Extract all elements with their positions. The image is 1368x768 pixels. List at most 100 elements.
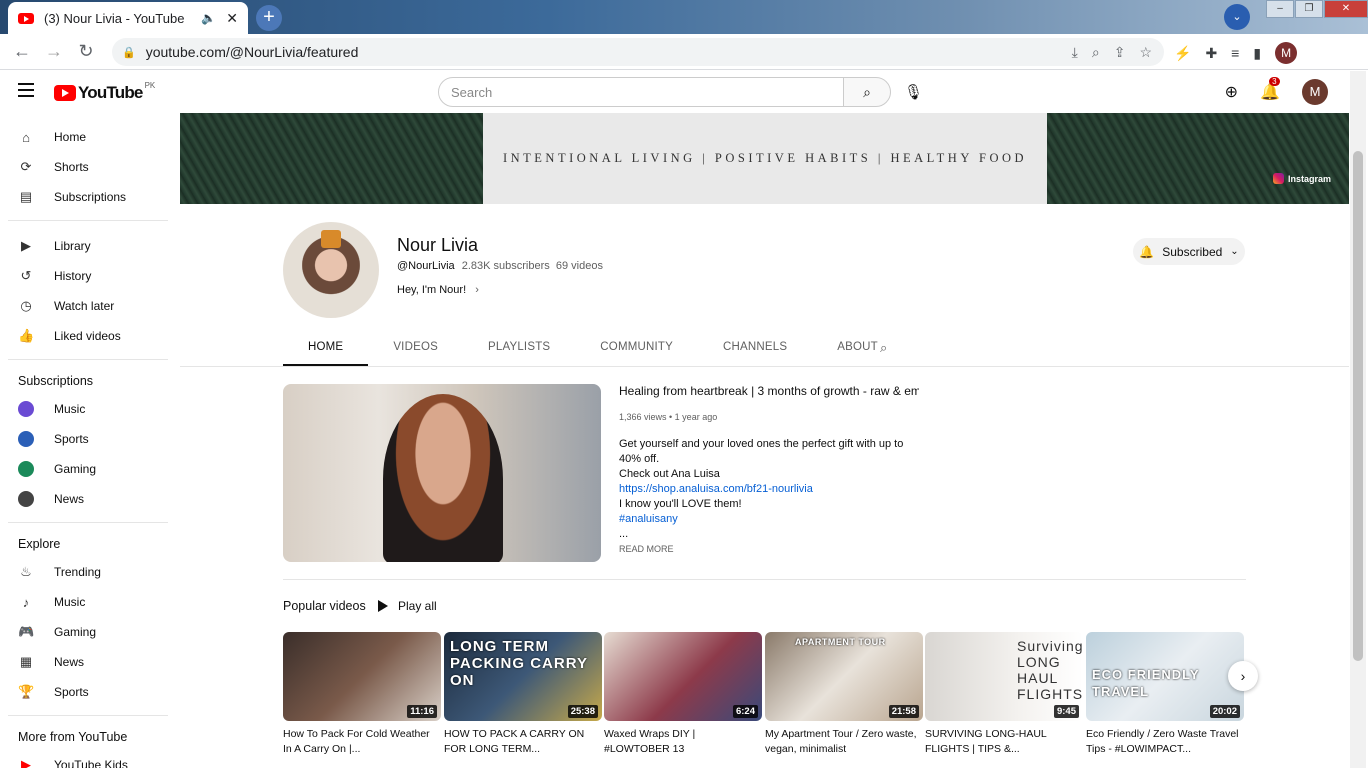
lock-icon[interactable]: 🔒 xyxy=(122,46,136,59)
video-duration: 25:38 xyxy=(567,705,598,718)
video-title[interactable]: My Apartment Tour / Zero waste, vegan, m… xyxy=(765,727,923,757)
video-duration: 9:45 xyxy=(1053,705,1079,718)
sidebar-explore-sports[interactable]: 🏆 Sports xyxy=(0,677,168,707)
tab-search-chevron-icon[interactable]: ⌄ xyxy=(1224,4,1250,30)
close-tab-icon[interactable]: ✕ xyxy=(226,10,238,27)
video-title[interactable]: HOW TO PACK A CARRY ON FOR LONG TERM... xyxy=(444,727,602,757)
video-card[interactable]: ECO FRIENDLY TRAVEL 20:02 Eco Friendly /… xyxy=(1086,632,1244,757)
sidebar-explore-gaming[interactable]: 🎮 Gaming xyxy=(0,617,168,647)
browser-toolbar: ← → ↻ 🔒 youtube.com/@NourLivia/featured … xyxy=(0,34,1368,70)
featured-video-description: Get yourself and your loved ones the per… xyxy=(619,437,919,542)
sidebar-explore-trending[interactable]: ♨ Trending xyxy=(0,557,168,587)
new-tab-button[interactable]: + xyxy=(256,5,282,31)
side-panel-icon[interactable]: ▮ xyxy=(1253,45,1261,62)
video-thumbnail[interactable]: 11:16 xyxy=(283,632,441,721)
tab-about[interactable]: ABOUT xyxy=(812,330,903,366)
microphone-icon[interactable]: 🎙 xyxy=(904,83,923,101)
thumbnail-overlay-text: LONG TERM PACKING CARRY ON xyxy=(450,638,588,689)
instagram-link[interactable]: Instagram xyxy=(1272,173,1331,184)
video-card[interactable]: 6:24 Waxed Wraps DIY | #LOWTOBER 13 xyxy=(604,632,762,757)
address-bar[interactable]: 🔒 youtube.com/@NourLivia/featured ⤓ ⌕ ⇪ … xyxy=(112,38,1164,66)
account-avatar[interactable]: M xyxy=(1302,79,1328,105)
video-title[interactable]: Waxed Wraps DIY | #LOWTOBER 13 xyxy=(604,727,762,757)
featured-video-title[interactable]: Healing from heartbreak | 3 months of gr… xyxy=(619,384,919,398)
sidebar-explore-music[interactable]: ♪ Music xyxy=(0,587,168,617)
close-window-button[interactable]: ✕ xyxy=(1324,0,1368,18)
video-title[interactable]: SURVIVING LONG-HAUL FLIGHTS | TIPS &... xyxy=(925,727,1083,757)
extension-icon[interactable]: ⚡ xyxy=(1174,45,1191,62)
bookmark-star-icon[interactable]: ☆ xyxy=(1139,44,1152,61)
read-more-button[interactable]: READ MORE xyxy=(619,544,674,554)
share-icon[interactable]: ⇪ xyxy=(1114,44,1126,61)
tab-videos[interactable]: VIDEOS xyxy=(368,330,463,366)
search-input[interactable]: Search xyxy=(438,77,844,107)
video-title[interactable]: Eco Friendly / Zero Waste Travel Tips - … xyxy=(1086,727,1244,757)
sidebar-item-liked-videos[interactable]: 👍 Liked videos xyxy=(0,321,168,351)
video-card[interactable]: 11:16 How To Pack For Cold Weather In A … xyxy=(283,632,441,757)
tab-community[interactable]: COMMUNITY xyxy=(575,330,698,366)
tab-home[interactable]: HOME xyxy=(283,330,369,366)
channel-tabs: HOME VIDEOS PLAYLISTS COMMUNITY CHANNELS… xyxy=(283,330,903,366)
youtube-header: YouTube PK Search ⌕ 🎙 ⊕ 🔔 3 M xyxy=(0,71,1350,113)
home-icon: ⌂ xyxy=(22,129,30,145)
sidebar-item-library[interactable]: ▶ Library xyxy=(0,231,168,261)
sidebar-item-home[interactable]: ⌂ Home xyxy=(0,122,168,152)
channel-description[interactable]: Hey, I'm Nour! › xyxy=(397,284,479,296)
scrollbar[interactable] xyxy=(1350,71,1366,768)
channel-search-icon[interactable]: ⌕ xyxy=(880,340,887,356)
url-text[interactable]: youtube.com/@NourLivia/featured xyxy=(146,44,359,60)
channel-avatar[interactable] xyxy=(283,222,379,318)
subscribed-button[interactable]: 🔔 Subscribed ⌄ xyxy=(1133,238,1245,265)
back-arrow-icon[interactable]: ← xyxy=(6,41,38,62)
logo-text: YouTube xyxy=(78,83,143,102)
sidebar-item-watch-later[interactable]: ◷ Watch later xyxy=(0,291,168,321)
video-thumbnail[interactable]: LONG TERM PACKING CARRY ON 25:38 xyxy=(444,632,602,721)
zoom-icon[interactable]: ⌕ xyxy=(1092,44,1100,61)
scrollbar-thumb[interactable] xyxy=(1353,151,1363,661)
video-card[interactable]: LONG TERM PACKING CARRY ON 25:38 HOW TO … xyxy=(444,632,602,757)
media-queue-icon[interactable]: ≡ xyxy=(1231,45,1239,61)
sidebar-item-history[interactable]: ↺ History xyxy=(0,261,168,291)
reload-icon[interactable]: ↻ xyxy=(70,41,102,62)
youtube-logo[interactable]: YouTube PK xyxy=(54,81,155,103)
video-title[interactable]: How To Pack For Cold Weather In A Carry … xyxy=(283,727,441,757)
subscriptions-icon: ▤ xyxy=(19,189,33,204)
gaming-channel-avatar xyxy=(18,461,34,477)
video-card[interactable]: Surviving LONG HAUL FLIGHTS 9:45 SURVIVI… xyxy=(925,632,1083,757)
minimize-button[interactable]: – xyxy=(1266,0,1294,18)
sidebar-item-shorts[interactable]: ⟳ Shorts xyxy=(0,152,168,182)
sidebar-sub-sports[interactable]: Sports xyxy=(0,424,168,454)
speaker-icon[interactable]: 🔈 xyxy=(201,11,216,25)
tab-channels[interactable]: CHANNELS xyxy=(698,330,812,366)
sidebar-sub-gaming[interactable]: Gaming xyxy=(0,454,168,484)
featured-video-thumbnail[interactable] xyxy=(283,384,601,562)
puzzle-icon[interactable]: ✚ xyxy=(1205,45,1217,62)
description-link[interactable]: https://shop.analuisa.com/bf21-nourlivia xyxy=(619,482,919,497)
sidebar-explore-news[interactable]: ▦ News xyxy=(0,647,168,677)
browser-profile-avatar[interactable]: M xyxy=(1275,42,1298,64)
install-icon[interactable]: ⤓ xyxy=(1072,44,1078,61)
browser-tab[interactable]: (3) Nour Livia - YouTube 🔈 ✕ xyxy=(8,2,248,34)
video-thumbnail[interactable]: ECO FRIENDLY TRAVEL 20:02 xyxy=(1086,632,1244,721)
next-arrow-button[interactable]: › xyxy=(1228,661,1258,691)
video-thumbnail[interactable]: 6:24 xyxy=(604,632,762,721)
news-channel-avatar xyxy=(18,491,34,507)
video-thumbnail[interactable]: Surviving LONG HAUL FLIGHTS 9:45 xyxy=(925,632,1083,721)
restore-button[interactable]: ❐ xyxy=(1295,0,1323,18)
sidebar-item-subscriptions[interactable]: ▤ Subscriptions xyxy=(0,182,168,212)
search-button[interactable]: ⌕ xyxy=(843,77,891,107)
sidebar-sub-news[interactable]: News xyxy=(0,484,168,514)
video-thumbnail[interactable]: APARTMENT TOUR 21:58 xyxy=(765,632,923,721)
shorts-icon: ⟳ xyxy=(20,159,32,174)
tab-playlists[interactable]: PLAYLISTS xyxy=(463,330,575,366)
hashtag-link[interactable]: #analuisany xyxy=(619,512,919,527)
create-video-icon[interactable]: ⊕ xyxy=(1225,82,1238,102)
notifications-bell-icon[interactable]: 🔔 3 xyxy=(1260,77,1280,102)
sidebar-more-youtube-kids[interactable]: ▶ YouTube Kids xyxy=(0,750,168,768)
sidebar-sub-music[interactable]: Music xyxy=(0,394,168,424)
play-all-button[interactable]: Play all xyxy=(378,599,437,613)
bell-icon: 🔔 xyxy=(1139,244,1155,259)
video-card[interactable]: APARTMENT TOUR 21:58 My Apartment Tour /… xyxy=(765,632,923,757)
forward-arrow-icon[interactable]: → xyxy=(38,41,70,62)
menu-icon[interactable] xyxy=(18,83,34,101)
